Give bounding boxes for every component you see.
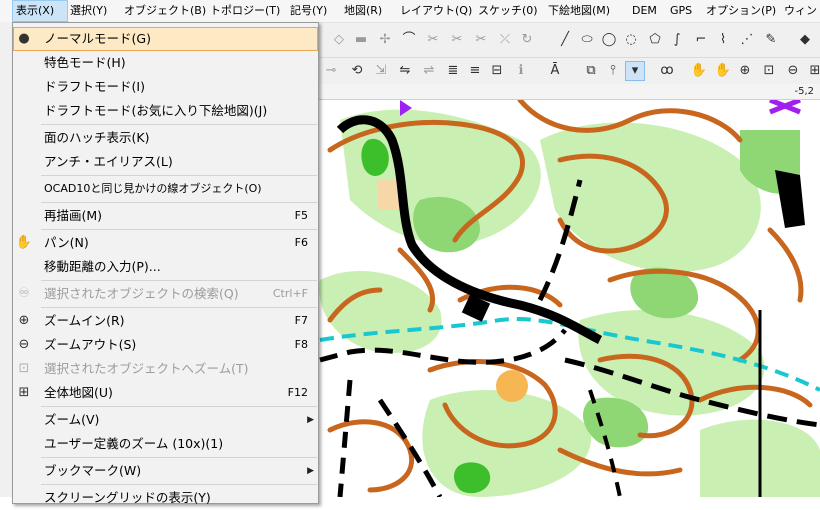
merge-icon[interactable]: ⫯ [604, 62, 622, 80]
rectangle-tool-icon[interactable]: ⬠ [646, 31, 664, 49]
menu-item-ocad10-lines[interactable]: OCAD10と同じ見かけの線オブジェクト(O) [13, 177, 318, 201]
rotate-icon[interactable]: ⟲ [348, 62, 366, 80]
corner-tool-icon[interactable]: ⌐ [692, 31, 710, 49]
menu-item-bookmarks[interactable]: ブックマーク(W) ▶ [13, 459, 318, 483]
menu-view[interactable]: 表示(X) [12, 0, 68, 22]
zoom-full-icon[interactable]: ⊞ [806, 62, 820, 80]
fill-icon[interactable]: ◆ [796, 31, 814, 49]
stack-icon[interactable]: ⊟ [488, 62, 506, 80]
group-icon[interactable]: ⧉ [582, 62, 600, 80]
node-add-icon[interactable]: ◇ [330, 31, 348, 49]
freehand-tool-icon[interactable]: ∫ [668, 31, 686, 49]
binoculars-icon[interactable]: ꝏ [658, 62, 676, 80]
menu-map[interactable]: 地図(R) [344, 0, 394, 22]
node-remove-icon[interactable]: ▬ [352, 31, 370, 49]
cut-hole-icon[interactable]: ✂ [472, 31, 490, 49]
menu-item-find-selected[interactable]: ♾ 選択されたオブジェクトの検索(Q) Ctrl+F [13, 282, 318, 306]
circle-tool-icon[interactable]: ◯ [600, 31, 618, 49]
menu-item-hatch-areas[interactable]: 面のハッチ表示(K) [13, 126, 318, 150]
pan-drag-icon[interactable]: ✋ [714, 62, 732, 80]
reflect-icon[interactable]: ⇋ [396, 62, 414, 80]
menu-separator [41, 124, 317, 125]
ellipse-tool-icon[interactable]: ⬭ [578, 31, 596, 49]
menu-separator [41, 484, 317, 485]
menu-window[interactable]: ウィンド [784, 0, 820, 22]
menu-item-pan[interactable]: ✋ パン(N) F6 [13, 231, 318, 255]
menu-separator [41, 457, 317, 458]
menu-select[interactable]: 選択(Y) [70, 0, 120, 22]
radio-dot-icon: ● [18, 31, 30, 46]
arc-tool-icon[interactable]: ⌒ [400, 31, 418, 49]
move-node-icon[interactable]: ✢ [376, 31, 394, 49]
cut-icon[interactable]: ✂ [424, 31, 442, 49]
zoom-out-icon: ⊖ [18, 337, 30, 352]
menu-item-zoom-out[interactable]: ⊖ ズームアウト(S) F8 [13, 333, 318, 357]
menu-background-map[interactable]: 下絵地図(M) [548, 0, 624, 22]
menu-item-entire-map[interactable]: ⊞ 全体地図(U) F12 [13, 381, 318, 405]
pencil-icon[interactable]: ✎ [762, 31, 780, 49]
menu-dem[interactable]: DEM [632, 0, 662, 22]
polyline-tool-icon[interactable]: ⌇ [714, 31, 732, 49]
distribute-icon[interactable]: ≣ [444, 62, 462, 80]
menu-separator [41, 229, 317, 230]
menu-separator [41, 202, 317, 203]
menu-item-anti-alias[interactable]: アンチ・エイリアス(L) [13, 150, 318, 174]
coordinate-readout: -5,2 [794, 86, 814, 97]
menu-item-draft-mode-favorite[interactable]: ドラフトモード(お気に入り下絵地図)(J) [13, 99, 318, 123]
purple-cross-symbol [769, 100, 801, 115]
binoculars-icon: ♾ [18, 286, 30, 301]
dropdown-icon[interactable]: ▾ [625, 61, 645, 81]
menu-separator [41, 280, 317, 281]
text-tool-icon[interactable]: Ā [546, 62, 564, 80]
menu-item-zoom-in[interactable]: ⊕ ズームイン(R) F7 [13, 309, 318, 333]
menu-item-spot-color-mode[interactable]: 特色モード(H) [13, 51, 318, 75]
menu-symbol[interactable]: 記号(Y) [290, 0, 338, 22]
menu-gps[interactable]: GPS [670, 0, 698, 22]
pan-icon[interactable]: ✋ [690, 62, 708, 80]
submenu-arrow-icon: ▶ [307, 415, 314, 425]
split-icon[interactable]: ⤫ [496, 31, 514, 49]
zoom-selected-icon: ⊡ [18, 361, 30, 376]
menu-separator [41, 175, 317, 176]
menu-separator [41, 307, 317, 308]
zoom-in-icon: ⊕ [18, 313, 30, 328]
align-icon[interactable]: ⇌ [420, 62, 438, 80]
info-icon[interactable]: ℹ [512, 62, 530, 80]
submenu-arrow-icon: ▶ [307, 466, 314, 476]
zoom-selected-icon[interactable]: ⊡ [760, 62, 778, 80]
menu-object[interactable]: オブジェクト(B) [124, 0, 206, 22]
yellow-feature [496, 370, 528, 402]
reshape-icon[interactable]: ⊸ [322, 62, 340, 80]
cut-area-icon[interactable]: ✂ [448, 31, 466, 49]
menu-layout[interactable]: レイアウト(Q) [400, 0, 472, 22]
curve-tool-icon[interactable]: ◌ [622, 31, 640, 49]
menu-sketch[interactable]: スケッチ(0) [478, 0, 542, 22]
stretch-icon[interactable]: ⇲ [372, 62, 390, 80]
menu-item-screen-grid[interactable]: スクリーングリッドの表示(Y) [13, 486, 318, 510]
text-align-icon[interactable]: ≡ [466, 62, 484, 80]
menu-item-zoom-submenu[interactable]: ズーム(V) ▶ [13, 408, 318, 432]
zoom-in-icon[interactable]: ⊕ [736, 62, 754, 80]
menu-separator [41, 406, 317, 407]
zoom-full-icon: ⊞ [18, 385, 30, 400]
menu-item-draft-mode[interactable]: ドラフトモード(I) [13, 75, 318, 99]
menu-bar: 表示(X) 選択(Y) オブジェクト(B) トポロジー(T) 記号(Y) 地図(… [0, 0, 820, 23]
menu-topology[interactable]: トポロジー(T) [210, 0, 284, 22]
hand-icon: ✋ [15, 235, 33, 250]
view-menu-dropdown: ● ノーマルモード(G) 特色モード(H) ドラフトモード(I) ドラフトモード… [12, 22, 319, 505]
menu-item-custom-zoom[interactable]: ユーザー定義のズーム (10x)(1) [13, 432, 318, 456]
zoom-out-icon[interactable]: ⊖ [784, 62, 802, 80]
menu-options[interactable]: オプション(P) [706, 0, 778, 22]
menu-item-move-distance[interactable]: 移動距離の入力(P)... [13, 255, 318, 279]
numeric-tool-icon[interactable]: ⋰ [738, 31, 756, 49]
building-2 [775, 170, 805, 228]
menu-item-redraw[interactable]: 再描画(M) F5 [13, 204, 318, 228]
menu-item-normal-mode[interactable]: ● ノーマルモード(G) [13, 27, 318, 51]
straight-line-icon[interactable]: ╱ [556, 31, 574, 49]
rotate-pattern-icon[interactable]: ↻ [518, 31, 536, 49]
menu-item-zoom-selected[interactable]: ⊡ 選択されたオブジェクトへズーム(T) [13, 357, 318, 381]
